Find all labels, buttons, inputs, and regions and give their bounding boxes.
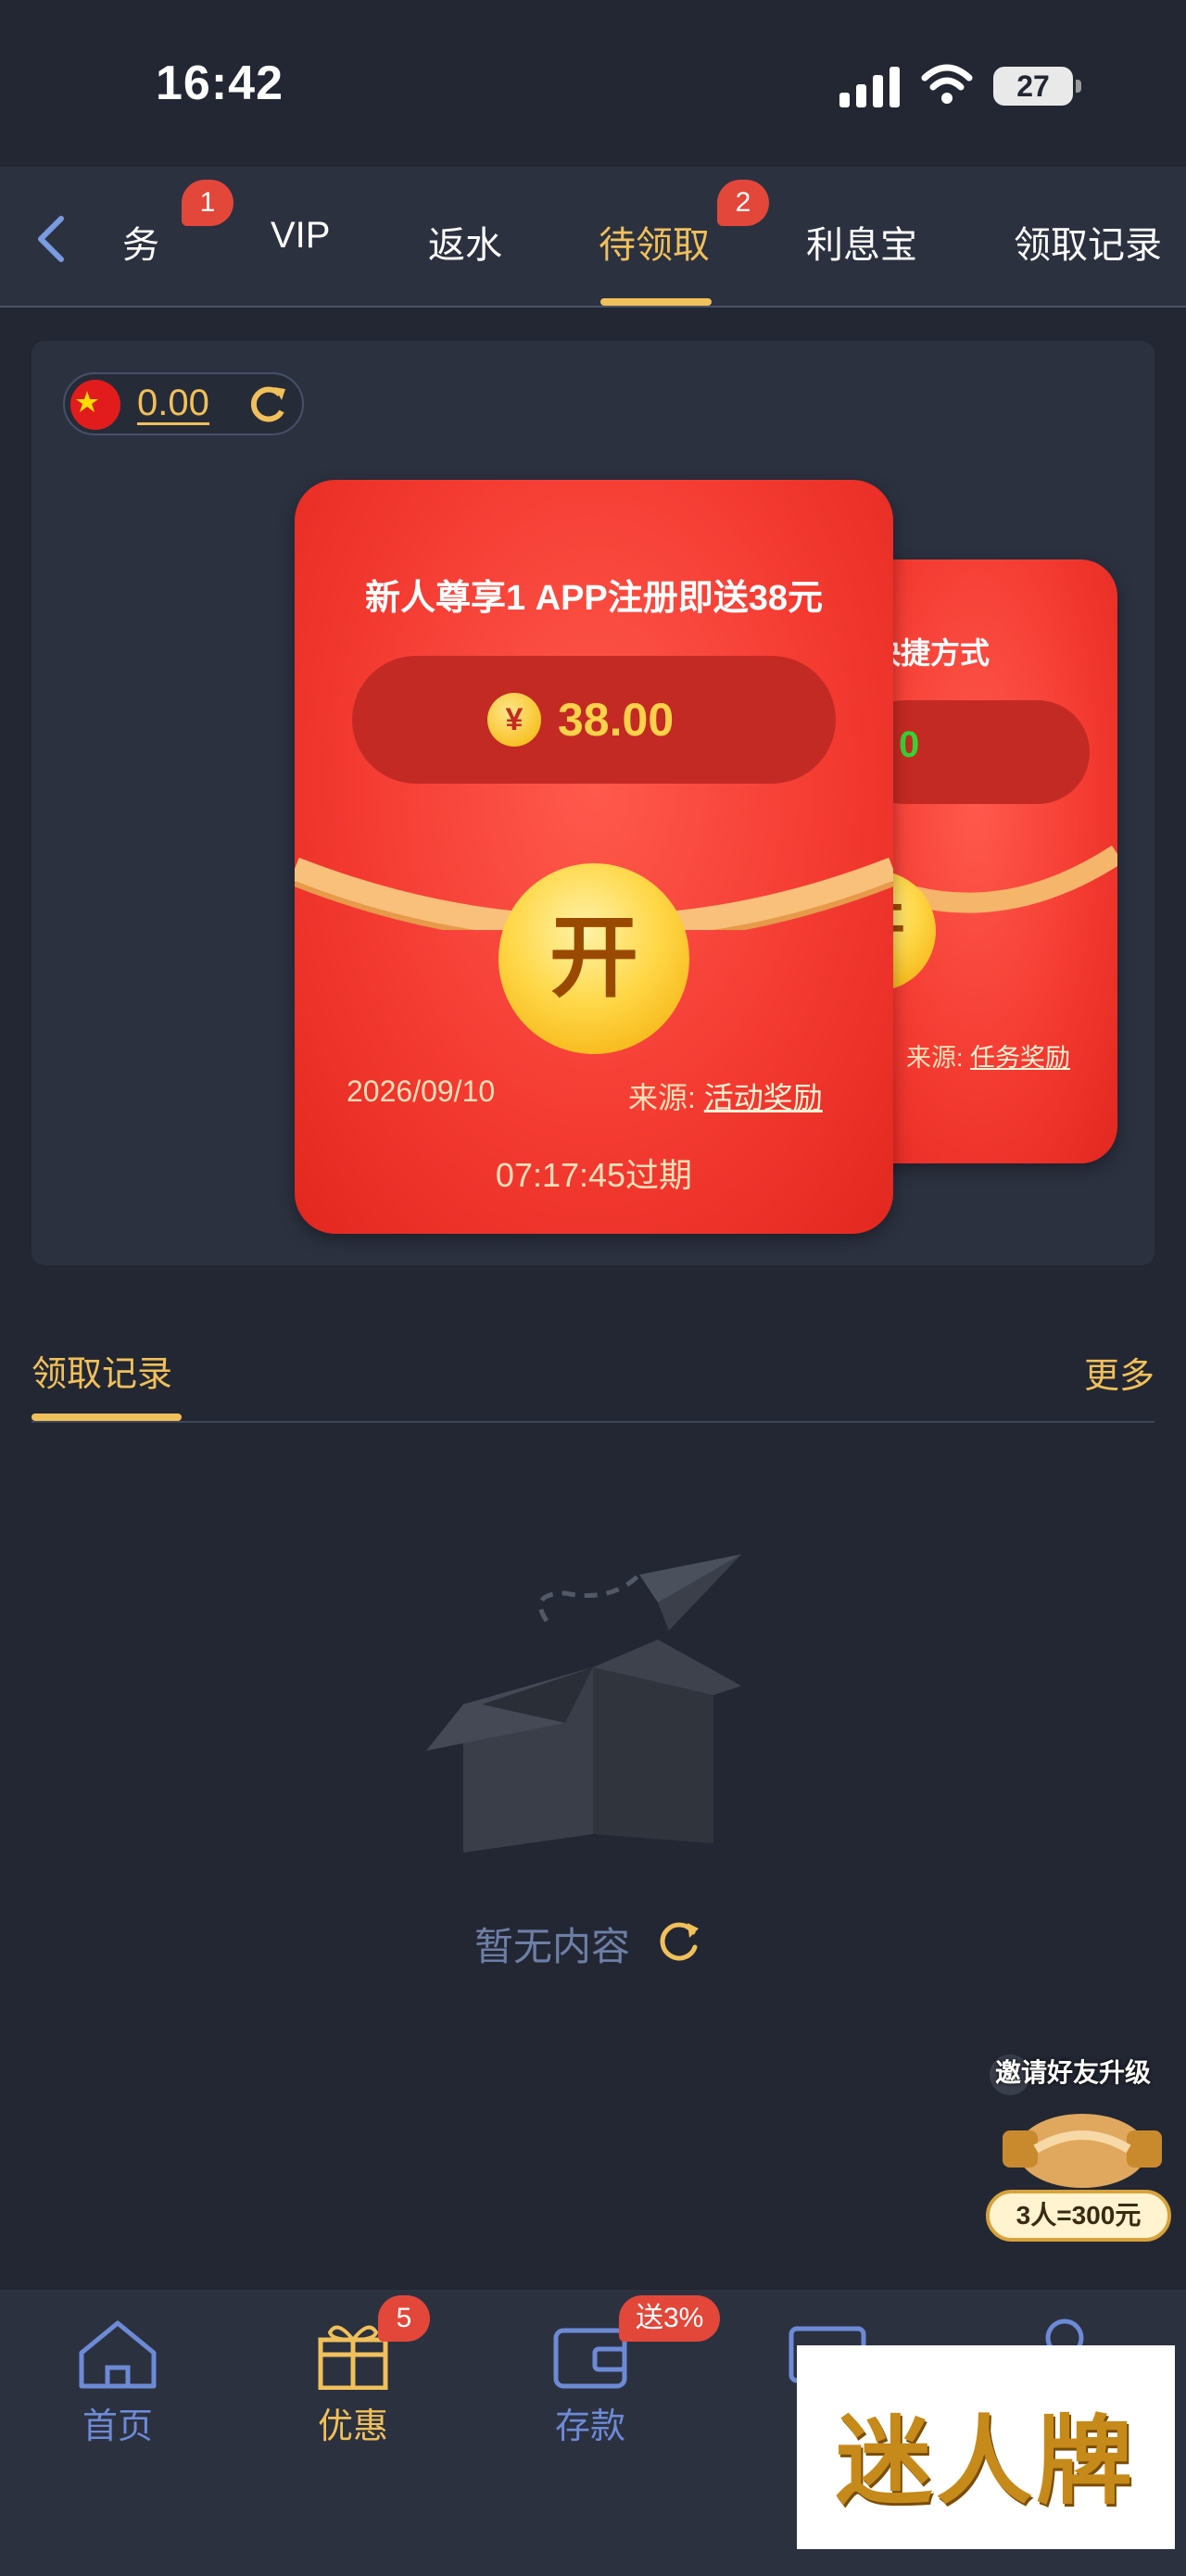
envelope-date: 2026/09/10 <box>347 1074 496 1108</box>
envelope-amount: 38.00 <box>558 694 675 746</box>
nav-promotions-badge: 5 <box>378 2295 430 2342</box>
battery-indicator: 27 <box>993 67 1081 106</box>
status-time: 16:42 <box>156 57 284 110</box>
tab-records[interactable]: 领取记录 <box>1014 215 1162 269</box>
float-promo-offer[interactable]: 3人=300元 <box>986 2190 1171 2242</box>
wallet-balance: 0.00 <box>63 372 304 435</box>
tab-rebate[interactable]: 返水 <box>428 215 502 269</box>
nav-promotions-label: 优惠 <box>317 2407 388 2446</box>
tab-tasks[interactable]: 任务 <box>122 215 180 267</box>
red-envelope-card[interactable]: 新人尊享1 APP注册即送38元 ¥ 38.00 开 2026/09/10 来源… <box>295 480 893 1234</box>
china-flag-icon <box>70 380 120 430</box>
tab-tasks-label: 任务 <box>122 225 159 266</box>
envelope-secondary-source: 来源: 任务奖励 <box>906 1044 1071 1072</box>
wifi-icon <box>921 64 973 104</box>
refresh-icon[interactable] <box>243 382 291 430</box>
back-chevron-icon[interactable] <box>33 215 70 263</box>
empty-state-text: 暂无内容 <box>474 1925 631 1968</box>
tab-interest[interactable]: 利息宝 <box>806 215 917 269</box>
empty-box-illustration <box>426 1554 741 1853</box>
handshake-icon[interactable] <box>999 2093 1166 2195</box>
nav-deposit-label: 存款 <box>554 2407 625 2446</box>
watermark-text: 迷人牌 <box>835 2404 1136 2518</box>
yuan-coin-icon: ¥ <box>487 693 541 747</box>
nav-home-label: 首页 <box>82 2407 153 2446</box>
reload-icon[interactable] <box>654 1917 704 1967</box>
tab-tasks-badge: 1 <box>182 180 233 226</box>
envelope-secondary-source-link[interactable]: 任务奖励 <box>970 1044 1070 1072</box>
app-screen: 16:42 27 任务 1 VIP 返水 待领取 2 利息宝 领取记录 0.00 <box>0 0 1186 2576</box>
records-divider <box>32 1421 1154 1423</box>
watermark-logo: 迷人牌 <box>797 2345 1175 2549</box>
balance-amount: 0.00 <box>137 383 209 425</box>
envelope-countdown: 07:17:45过期 <box>495 1156 693 1194</box>
status-bar: 16:42 27 <box>0 0 1186 167</box>
envelope-source: 来源: 活动奖励 <box>628 1081 823 1114</box>
tab-pending-badge: 2 <box>717 180 769 226</box>
envelope-title: 新人尊享1 APP注册即送38元 <box>364 579 824 618</box>
records-title[interactable]: 领取记录 <box>32 1345 172 1396</box>
home-icon <box>79 2320 157 2389</box>
open-envelope-button[interactable]: 开 <box>498 863 689 1054</box>
envelope-secondary-amount: 0 <box>899 724 920 765</box>
signal-icon <box>839 67 900 107</box>
nav-deposit-badge: 送3% <box>619 2295 721 2342</box>
active-tab-indicator <box>600 298 712 306</box>
records-more-link[interactable]: 更多 <box>1084 1347 1154 1398</box>
float-promo-title: 邀请好友升级 <box>995 2058 1152 2087</box>
envelope-amount-pill: ¥ 38.00 <box>352 656 836 784</box>
records-tab-indicator <box>32 1414 182 1421</box>
tab-pending[interactable]: 待领取 <box>599 215 710 269</box>
nav-home[interactable] <box>48 2316 187 2394</box>
envelope-source-link[interactable]: 活动奖励 <box>704 1081 823 1114</box>
tab-vip[interactable]: VIP <box>271 215 330 257</box>
